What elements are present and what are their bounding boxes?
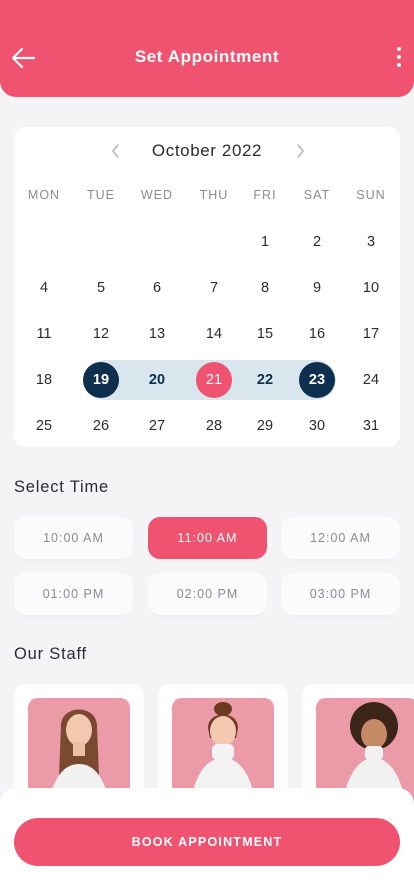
calendar-day[interactable]: 15 [240,316,290,352]
app-header: Set Appointment [0,0,414,97]
calendar-day[interactable]: 5 [76,270,126,306]
calendar-day[interactable]: 1 [240,224,290,260]
calendar-day-today[interactable]: 21 [196,362,232,398]
weekday-label: TUE [87,188,115,202]
calendar-header: October 2022 [14,139,400,163]
month-label: October 2022 [151,141,263,160]
calendar-day[interactable]: 17 [346,316,396,352]
chevron-left-icon [111,144,119,158]
time-slot[interactable]: 01:00 PM [14,573,133,615]
calendar-day[interactable]: 26 [76,408,126,444]
prev-month-button[interactable] [110,143,122,159]
time-slot[interactable]: 12:00 AM [281,517,400,559]
book-appointment-button[interactable]: BOOK APPOINTMENT [14,818,400,866]
calendar-day[interactable]: 13 [132,316,182,352]
calendar-day[interactable]: 28 [189,408,239,444]
dot-icon [397,47,401,51]
our-staff-title: Our Staff [14,645,87,663]
calendar-day[interactable]: 7 [189,270,239,306]
calendar-day[interactable]: 31 [346,408,396,444]
calendar-day-in-range[interactable]: 22 [240,362,290,398]
calendar-day[interactable]: 25 [19,408,69,444]
calendar-day[interactable]: 30 [292,408,342,444]
time-slot-selected[interactable]: 11:00 AM [148,517,267,559]
calendar-day[interactable]: 12 [76,316,126,352]
next-month-button[interactable] [294,143,306,159]
calendar-day[interactable]: 8 [240,270,290,306]
weekday-label: THU [199,188,229,202]
weekday-label: MON [27,188,61,202]
calendar-day[interactable]: 24 [346,362,396,398]
calendar-day[interactable]: 2 [292,224,342,260]
time-slot[interactable]: 10:00 AM [14,517,133,559]
calendar-card: October 2022 MON TUE WED THU FRI SAT SUN 1 2 3 4 5 6… [14,127,400,447]
calendar-day[interactable]: 27 [132,408,182,444]
calendar-day[interactable]: 16 [292,316,342,352]
calendar-day[interactable]: 6 [132,270,182,306]
bottom-bar: BOOK APPOINTMENT [0,788,414,896]
calendar-day[interactable]: 9 [292,270,342,306]
calendar-day-range-endpoint[interactable]: 23 [299,362,335,398]
more-options-button[interactable] [394,45,404,71]
calendar-day[interactable]: 14 [189,316,239,352]
calendar-day[interactable]: 4 [19,270,69,306]
time-slot[interactable]: 02:00 PM [148,573,267,615]
calendar-day[interactable]: 18 [19,362,69,398]
page-title: Set Appointment [134,47,280,66]
weekday-label: FRI [253,188,277,202]
calendar-day[interactable]: 10 [346,270,396,306]
weekday-label: SUN [356,188,386,202]
weekday-label: WED [140,188,174,202]
select-time-title: Select Time [14,478,109,496]
chevron-right-icon [297,144,305,158]
calendar-day[interactable]: 29 [240,408,290,444]
dot-icon [397,55,401,59]
calendar-day-range-endpoint[interactable]: 19 [83,362,119,398]
weekday-label: SAT [303,188,331,202]
calendar-day[interactable]: 3 [346,224,396,260]
dot-icon [397,63,401,67]
time-slot[interactable]: 03:00 PM [281,573,400,615]
calendar-day-in-range[interactable]: 20 [132,362,182,398]
calendar-day[interactable]: 11 [19,316,69,352]
